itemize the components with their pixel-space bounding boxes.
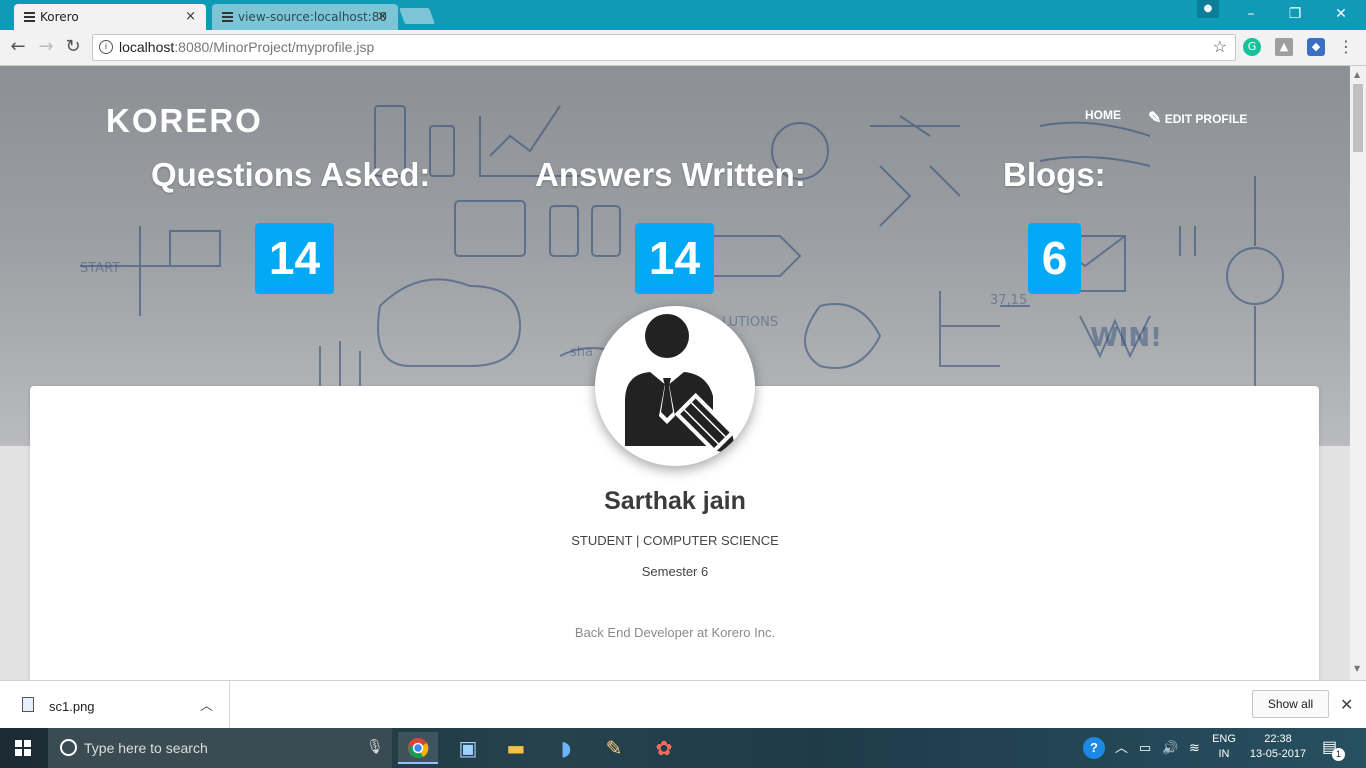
search-placeholder: Type here to search (84, 740, 208, 756)
minimize-button[interactable]: – (1228, 0, 1274, 28)
microphone-icon[interactable]: 🎙 (366, 739, 384, 755)
windows-taskbar: Type here to search 🎙 ▣ ▬ ◗ ✎ ✿ ? ︿ ▭ 🔊 … (0, 728, 1366, 768)
taskbar-search-box[interactable]: Type here to search 🎙 (48, 728, 392, 768)
image-file-icon (22, 697, 34, 712)
page-icon (222, 12, 233, 22)
blogs-count[interactable]: 6 (1028, 223, 1081, 294)
back-arrow-icon[interactable]: ← (7, 36, 29, 58)
nav-edit-profile-link[interactable]: ✎ EDIT PROFILE (1148, 108, 1247, 128)
profile-avatar (595, 306, 755, 466)
picasa-taskbar-icon[interactable]: ✿ (644, 732, 684, 764)
close-tab-icon[interactable]: × (377, 9, 388, 24)
tab-title: view-source:localhost:80 (238, 10, 388, 24)
page-scrollbar[interactable]: ▲ ▼ (1350, 66, 1366, 680)
close-shelf-icon[interactable]: ✕ (1340, 695, 1353, 714)
show-all-button[interactable]: Show all (1252, 690, 1329, 718)
blogs-label: Blogs: (1003, 156, 1106, 193)
bookmark-star-icon[interactable]: ☆ (1213, 35, 1227, 60)
korero-logo[interactable]: KORERO (106, 102, 263, 140)
profile-bio: Back End Developer at Korero Inc. (574, 625, 776, 640)
user-profile-icon[interactable]: ● (1197, 0, 1219, 18)
region-code: IN (1218, 748, 1230, 760)
close-window-button[interactable]: ✕ (1318, 0, 1364, 28)
svg-text:37,15: 37,15 (990, 293, 1027, 308)
svg-text:WIN!: WIN! (1090, 323, 1162, 353)
svg-text:START: START (80, 261, 120, 276)
user-edit-icon (625, 314, 741, 460)
volume-icon[interactable]: 🔊 (1162, 728, 1178, 768)
questions-asked-count[interactable]: 14 (255, 223, 334, 294)
file-explorer-taskbar-icon[interactable]: ▬ (496, 732, 536, 764)
app-taskbar-icon[interactable]: ◗ (546, 732, 586, 764)
browser-toolbar: ← → ↻ i localhost:8080/MinorProject/mypr… (0, 30, 1366, 66)
answers-written-count[interactable]: 14 (635, 223, 714, 294)
profile-name: Sarthak jain (604, 487, 746, 515)
notification-count-badge: 1 (1332, 748, 1345, 761)
chevron-up-icon[interactable]: ︿ (200, 695, 213, 714)
windows-start-button[interactable] (0, 728, 48, 768)
forward-arrow-icon[interactable]: → (35, 36, 57, 58)
show-hidden-icons-chevron-icon[interactable]: ︿ (1115, 728, 1128, 768)
help-icon[interactable]: ? (1083, 728, 1105, 768)
action-center-icon[interactable]: ▤ 1 (1322, 728, 1345, 768)
answers-written-label: Answers Written: (535, 156, 806, 193)
clock-time: 22:38 (1264, 733, 1292, 745)
edit-profile-label: EDIT PROFILE (1164, 112, 1248, 126)
download-filename: sc1.png (49, 699, 95, 714)
grammarly-extension-icon[interactable]: G (1243, 38, 1261, 56)
nav-home-link[interactable]: HOME (1085, 108, 1121, 122)
close-tab-icon[interactable]: × (185, 9, 196, 24)
3d-builder-taskbar-icon[interactable]: ▣ (448, 732, 488, 764)
scroll-down-arrow-icon[interactable]: ▼ (1354, 664, 1360, 673)
clock-date: 13-05-2017 (1249, 748, 1307, 760)
svg-text:sha: sha (570, 345, 593, 360)
chrome-taskbar-icon[interactable] (398, 732, 438, 764)
tab-korero[interactable]: Korero × (14, 4, 206, 30)
reload-icon[interactable]: ↻ (62, 36, 84, 58)
tab-title: Korero (40, 10, 79, 24)
download-shelf: sc1.png ︿ Show all ✕ (0, 680, 1366, 729)
url-path: :8080/MinorProject/myprofile.jsp (174, 39, 375, 55)
questions-asked-label: Questions Asked: (151, 156, 431, 193)
browser-tab-strip: Korero × view-source:localhost:80 × ● – … (0, 0, 1366, 30)
paint-taskbar-icon[interactable]: ✎ (594, 732, 634, 764)
language-indicator[interactable]: ENG IN (1210, 732, 1238, 762)
extension-cube-icon[interactable]: ◆ (1307, 38, 1325, 56)
restore-button[interactable]: ❐ (1272, 0, 1318, 28)
chrome-menu-icon[interactable]: ⋮ (1337, 38, 1355, 56)
scrollbar-thumb[interactable] (1353, 84, 1363, 152)
url-host: localhost (119, 39, 175, 55)
wifi-icon[interactable]: ≋ (1189, 728, 1200, 768)
download-item[interactable]: sc1.png ︿ (0, 681, 230, 729)
info-icon[interactable]: i (99, 40, 113, 54)
tab-view-source[interactable]: view-source:localhost:80 × (212, 4, 398, 30)
scroll-up-arrow-icon[interactable]: ▲ (1354, 70, 1360, 79)
profile-semester: Semester 6 (641, 564, 709, 579)
pencil-icon: ✎ (1148, 110, 1162, 127)
address-bar[interactable]: i localhost:8080/MinorProject/myprofile.… (92, 34, 1236, 61)
clock[interactable]: 22:38 13-05-2017 (1244, 732, 1312, 762)
profile-role: STUDENT | COMPUTER SCIENCE (571, 533, 779, 548)
page-icon (24, 12, 35, 22)
page-viewport: START LUTIONS 37,15 sha WIN! KORERO HOME… (0, 66, 1350, 680)
cortana-icon (60, 739, 77, 756)
battery-icon[interactable]: ▭ (1139, 728, 1151, 768)
language-code: ENG (1212, 733, 1236, 745)
drive-extension-icon[interactable]: ▲ (1275, 38, 1293, 56)
new-tab-button[interactable] (399, 8, 435, 24)
